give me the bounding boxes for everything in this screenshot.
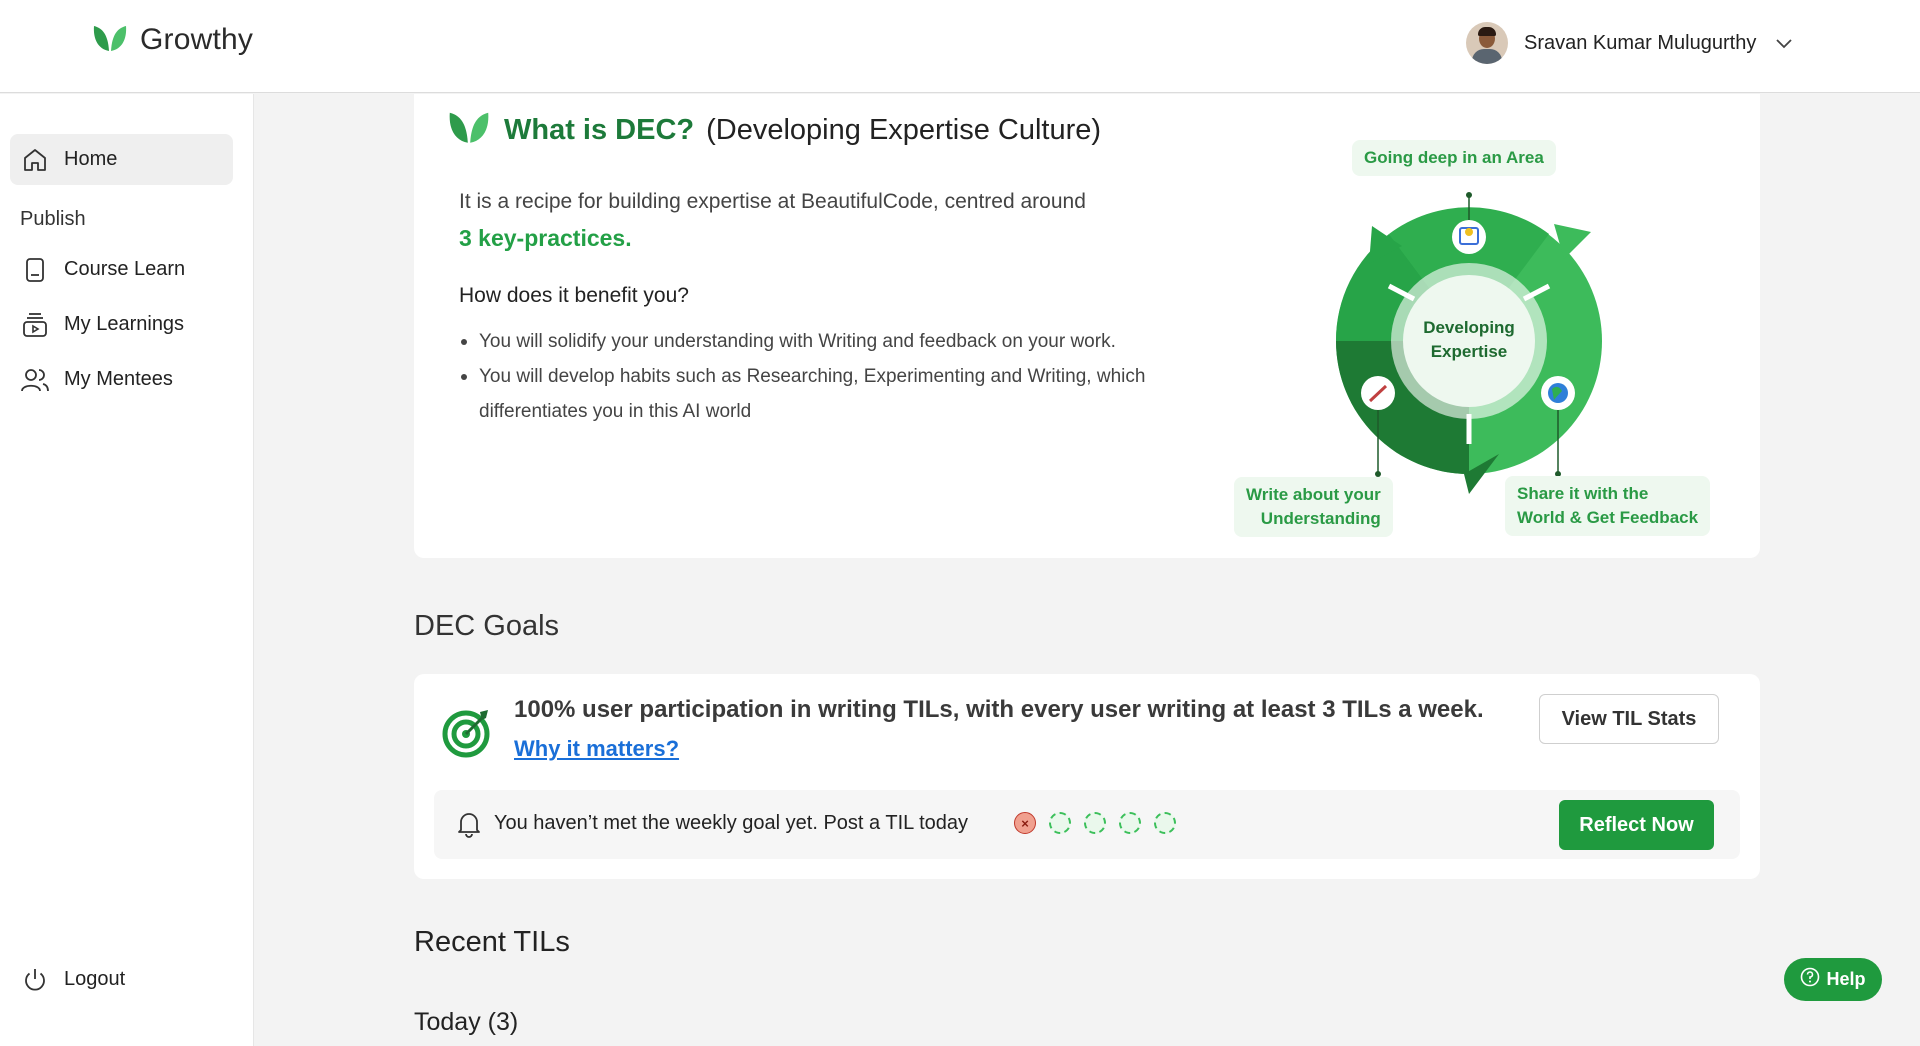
recipe-text: It is a recipe for building expertise at… [459,184,1179,258]
help-label: Help [1826,969,1866,989]
diagram-center-label: Developing Expertise [1404,316,1534,364]
user-name: Sravan Kumar Mulugurthy [1524,31,1757,54]
help-button[interactable]: Help [1784,958,1882,1001]
target-icon [442,706,494,763]
section-title-recent-tils: Recent TILs [414,926,570,958]
dec-title-rest: (Developing Expertise Culture) [706,113,1102,146]
dec-cycle-diagram: Developing Expertise Going deep in an Ar… [1214,114,1734,544]
sidebar-item-label: My Learnings [64,313,185,335]
sidebar-item-label: My Mentees [64,368,173,390]
day-status-pending [1119,812,1141,834]
help-circle-icon [1800,967,1820,992]
day-status-pending [1084,812,1106,834]
label-right-line-1: Share it with the [1517,484,1649,503]
label-right-line-2: World & Get Feedback [1517,508,1699,527]
avatar [1466,22,1508,64]
brand-name: Growthy [140,22,254,56]
reflect-now-button[interactable]: Reflect Now [1559,800,1714,850]
home-icon [20,145,50,175]
logout-label: Logout [64,968,126,990]
sidebar-item-label: Home [64,148,118,170]
why-it-matters-link[interactable]: Why it matters? [514,736,679,762]
diagram-label-top: Going deep in an Area [1352,140,1556,176]
bell-icon [456,810,482,843]
weekly-goal-reminder: You haven’t met the weekly goal yet. Pos… [434,790,1740,859]
sidebar-item-course-learn[interactable]: Course Learn [10,244,233,295]
benefit-question: How does it benefit you? [459,284,689,307]
view-til-stats-button[interactable]: View TIL Stats [1539,694,1719,744]
center-line-1: Developing [1423,318,1515,337]
reminder-text: You haven’t met the weekly goal yet. Pos… [494,812,968,834]
section-title-dec-goals: DEC Goals [414,610,560,642]
dec-title: What is DEC? (Developing Expertise Cultu… [446,108,1101,152]
dec-title-highlight: What is DEC? [504,113,695,146]
sidebar-item-label: Course Learn [64,258,186,280]
sidebar-item-home[interactable]: Home [10,134,233,185]
center-line-2: Expertise [1430,342,1508,361]
power-icon [20,965,50,995]
diagram-label-left: Write about your Understanding [1234,477,1393,537]
top-header: Growthy Sravan Kumar Mulugurthy [0,0,1920,93]
label-left-line-1: Write about your [1246,485,1381,504]
day-status-pending [1154,812,1176,834]
recipe-line: It is a recipe for building expertise at… [459,190,1086,213]
day-status-missed: × [1014,812,1036,834]
users-icon [20,365,50,395]
goal-text: 100% user participation in writing TILs,… [514,696,1484,723]
sidebar: Home Publish Course Learn My Learnings M… [0,94,254,1046]
section-label-publish: Publish [20,208,86,230]
logout-button[interactable]: Logout [10,954,233,1005]
chevron-down-icon[interactable] [1772,31,1796,55]
sidebar-item-my-mentees[interactable]: My Mentees [10,354,233,405]
diagram-label-right: Share it with the World & Get Feedback [1505,476,1711,536]
leaf-logo-icon [92,22,128,57]
label-left-line-2: Understanding [1260,509,1381,528]
user-menu[interactable]: Sravan Kumar Mulugurthy [1466,22,1796,64]
dec-goal-card: 100% user participation in writing TILs,… [414,674,1760,879]
benefits-list: You will solidify your understanding wit… [459,324,1219,429]
video-stack-icon [20,310,50,340]
book-icon [20,255,50,285]
list-item: You will develop habits such as Research… [459,359,1219,429]
key-practices: 3 key-practices. [459,225,632,251]
day-status-pending [1049,812,1071,834]
leaf-logo-icon [446,108,492,152]
today-group-label: Today (3) [414,1008,519,1036]
list-item: You will solidify your understanding wit… [459,324,1219,359]
sidebar-item-my-learnings[interactable]: My Learnings [10,299,233,350]
weekly-progress-dots: × [1014,812,1176,834]
brand[interactable]: Growthy [92,22,253,57]
dec-info-card: What is DEC? (Developing Expertise Cultu… [414,94,1760,558]
